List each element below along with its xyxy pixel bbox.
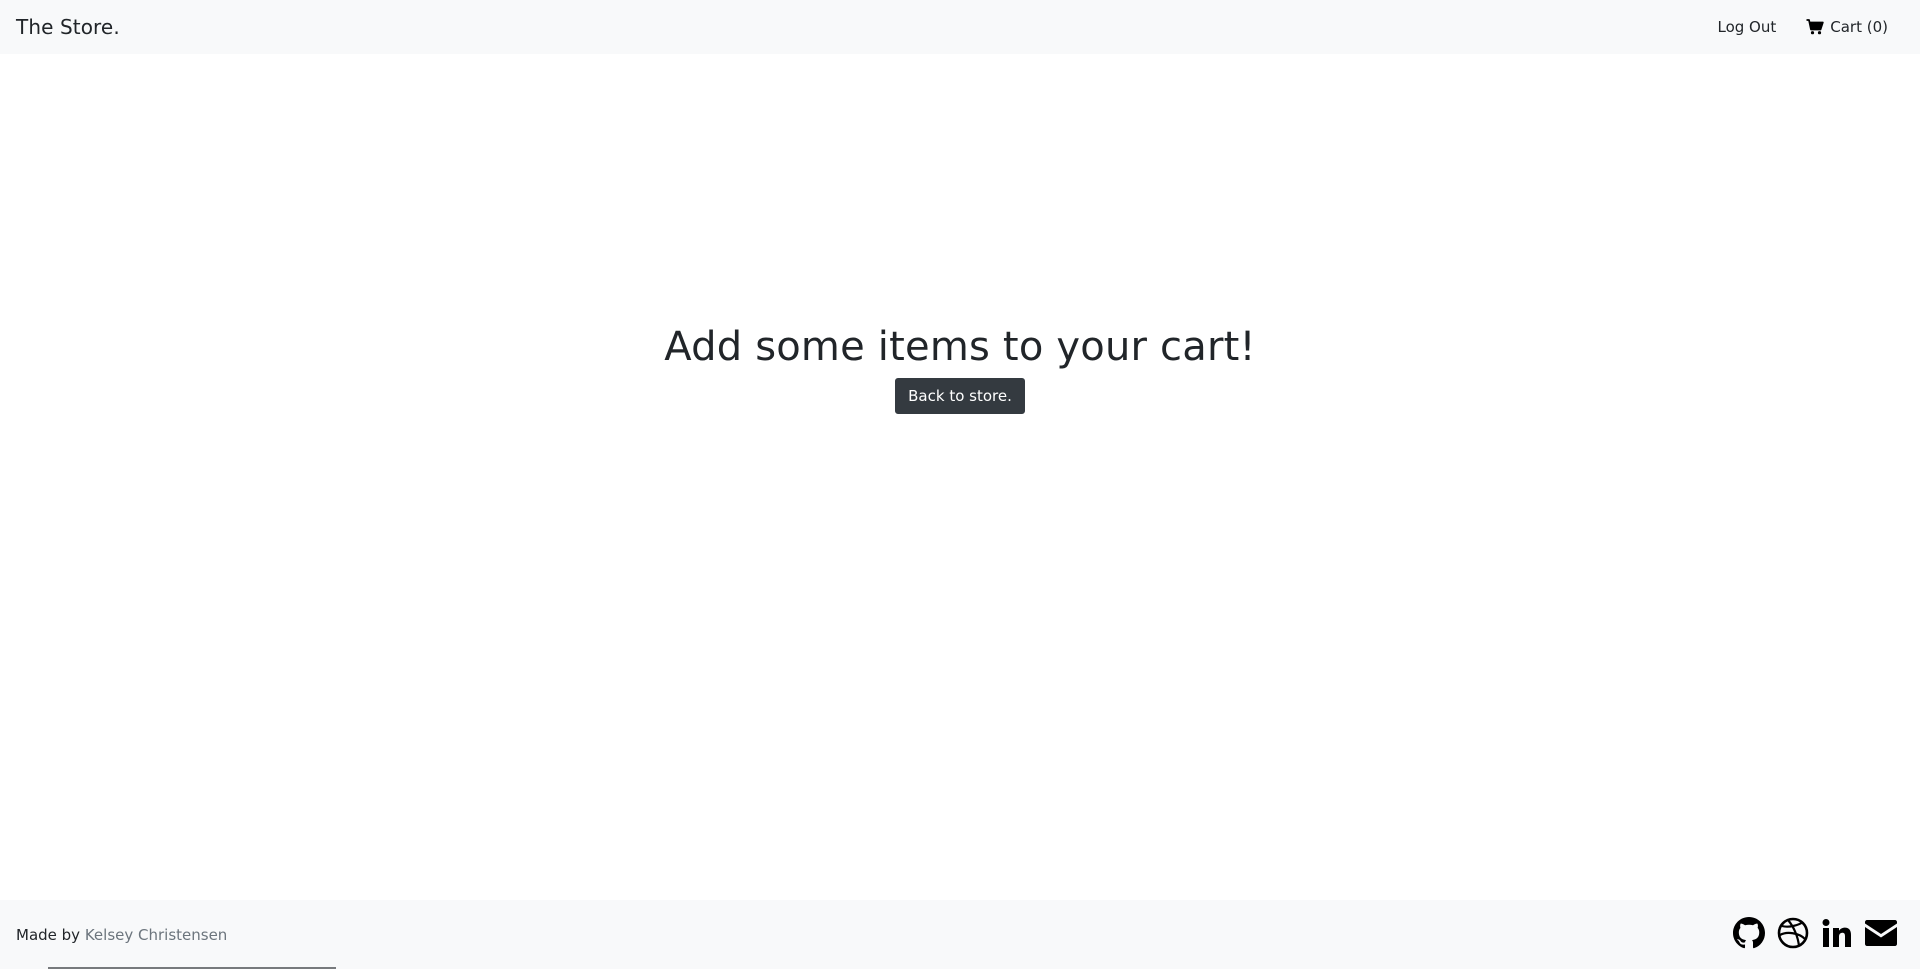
author-link[interactable]: Kelsey Christensen — [85, 926, 227, 944]
footer-credit: Made by Kelsey Christensen — [16, 926, 227, 944]
linkedin-icon — [1822, 918, 1852, 952]
top-navbar: The Store. Log Out Cart (0) — [0, 0, 1920, 54]
logout-link[interactable]: Log Out — [1718, 18, 1777, 36]
social-links — [1732, 916, 1904, 953]
email-link[interactable] — [1864, 918, 1898, 952]
email-icon — [1864, 919, 1898, 951]
navbar-actions: Log Out Cart (0) — [1718, 18, 1905, 36]
cart-link[interactable]: Cart (0) — [1806, 18, 1888, 36]
github-icon — [1733, 916, 1765, 953]
cart-label: Cart (0) — [1830, 18, 1888, 36]
main-content: Add some items to your cart! Back to sto… — [0, 54, 1920, 900]
back-to-store-button[interactable]: Back to store. — [895, 378, 1025, 414]
github-link[interactable] — [1732, 916, 1766, 953]
shopping-cart-icon — [1806, 19, 1824, 35]
dribbble-link[interactable] — [1776, 917, 1810, 953]
empty-cart-heading: Add some items to your cart! — [664, 324, 1256, 370]
dribbble-icon — [1777, 917, 1809, 953]
brand-logo-link[interactable]: The Store. — [16, 15, 120, 39]
footer: Made by Kelsey Christensen — [0, 900, 1920, 969]
made-by-prefix: Made by — [16, 925, 81, 944]
page: The Store. Log Out Cart (0) Add some ite — [0, 0, 1920, 969]
linkedin-link[interactable] — [1820, 918, 1854, 952]
logout-label: Log Out — [1717, 18, 1777, 36]
